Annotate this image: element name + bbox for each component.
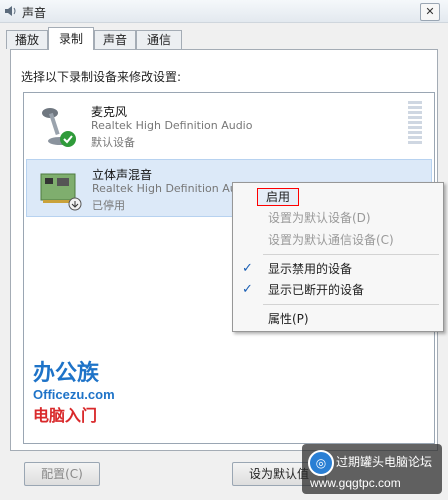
instruction-text: 选择以下录制设备来修改设置: [21,70,182,84]
logo-chinese: 办公族 [33,361,100,386]
menu-item-set-default-comm[interactable]: 设置为默认通信设备(C) [235,230,441,250]
close-button[interactable]: ✕ [420,3,440,21]
title-bar: 声音 ✕ [0,0,448,23]
watermark: ◎ 过期罐头电脑论坛 www.gqgtpc.com [302,444,442,494]
menu-item-properties[interactable]: 属性(P) [235,309,441,329]
window-title: 声音 [22,6,47,20]
menu-item-label: 属性(P) [268,312,309,326]
menu-separator [263,304,439,305]
watermark-name: 过期罐头电脑论坛 [336,455,433,469]
watermark-url: www.gqgtpc.com [310,476,401,490]
menu-item-label: 设置为默认通信设备(C) [268,233,394,247]
tab-sounds[interactable]: 声音 [94,30,136,49]
menu-item-show-disabled[interactable]: ✓ 显示禁用的设备 [235,259,441,279]
device-name: 麦克风 [91,105,128,119]
device-item-microphone[interactable]: 麦克风 Realtek High Definition Audio 默认设备 [26,97,430,153]
logo-subtitle: 电脑入门 [33,406,98,425]
configure-button[interactable]: 配置(C) [24,462,100,486]
context-menu: 启用 设置为默认设备(D) 设置为默认通信设备(C) ✓ 显示禁用的设备 ✓ 显… [232,182,444,332]
speaker-icon [4,4,18,18]
menu-item-label: 显示禁用的设备 [268,262,353,276]
tab-communications[interactable]: 通信 [136,30,182,49]
checkmark-icon: ✓ [242,261,253,276]
menu-item-set-default[interactable]: 设置为默认设备(D) [235,208,441,228]
logo-url: Officezu.com [33,387,115,402]
level-meter [408,101,422,145]
menu-item-label: 显示已断开的设备 [268,283,365,297]
menu-item-label: 设置为默认设备(D) [268,211,371,225]
device-driver: Realtek High Definition Audio [92,182,254,195]
device-status: 已停用 [92,199,125,212]
menu-item-enable[interactable]: 启用 [235,187,441,207]
menu-separator [263,254,439,255]
tab-recording[interactable]: 录制 [48,27,94,50]
device-status: 默认设备 [91,136,135,149]
site-logo: 办公族 Officezu.com 电脑入门 [33,355,153,425]
menu-item-show-disconnected[interactable]: ✓ 显示已断开的设备 [235,280,441,300]
menu-item-label: 启用 [257,188,300,206]
forum-logo-icon: ◎ [308,450,334,476]
sound-card-icon [39,166,83,212]
device-driver: Realtek High Definition Audio [91,119,253,132]
tab-playback[interactable]: 播放 [6,30,48,49]
microphone-icon [38,103,82,149]
checkmark-icon: ✓ [242,282,253,297]
device-name: 立体声混音 [92,168,153,182]
